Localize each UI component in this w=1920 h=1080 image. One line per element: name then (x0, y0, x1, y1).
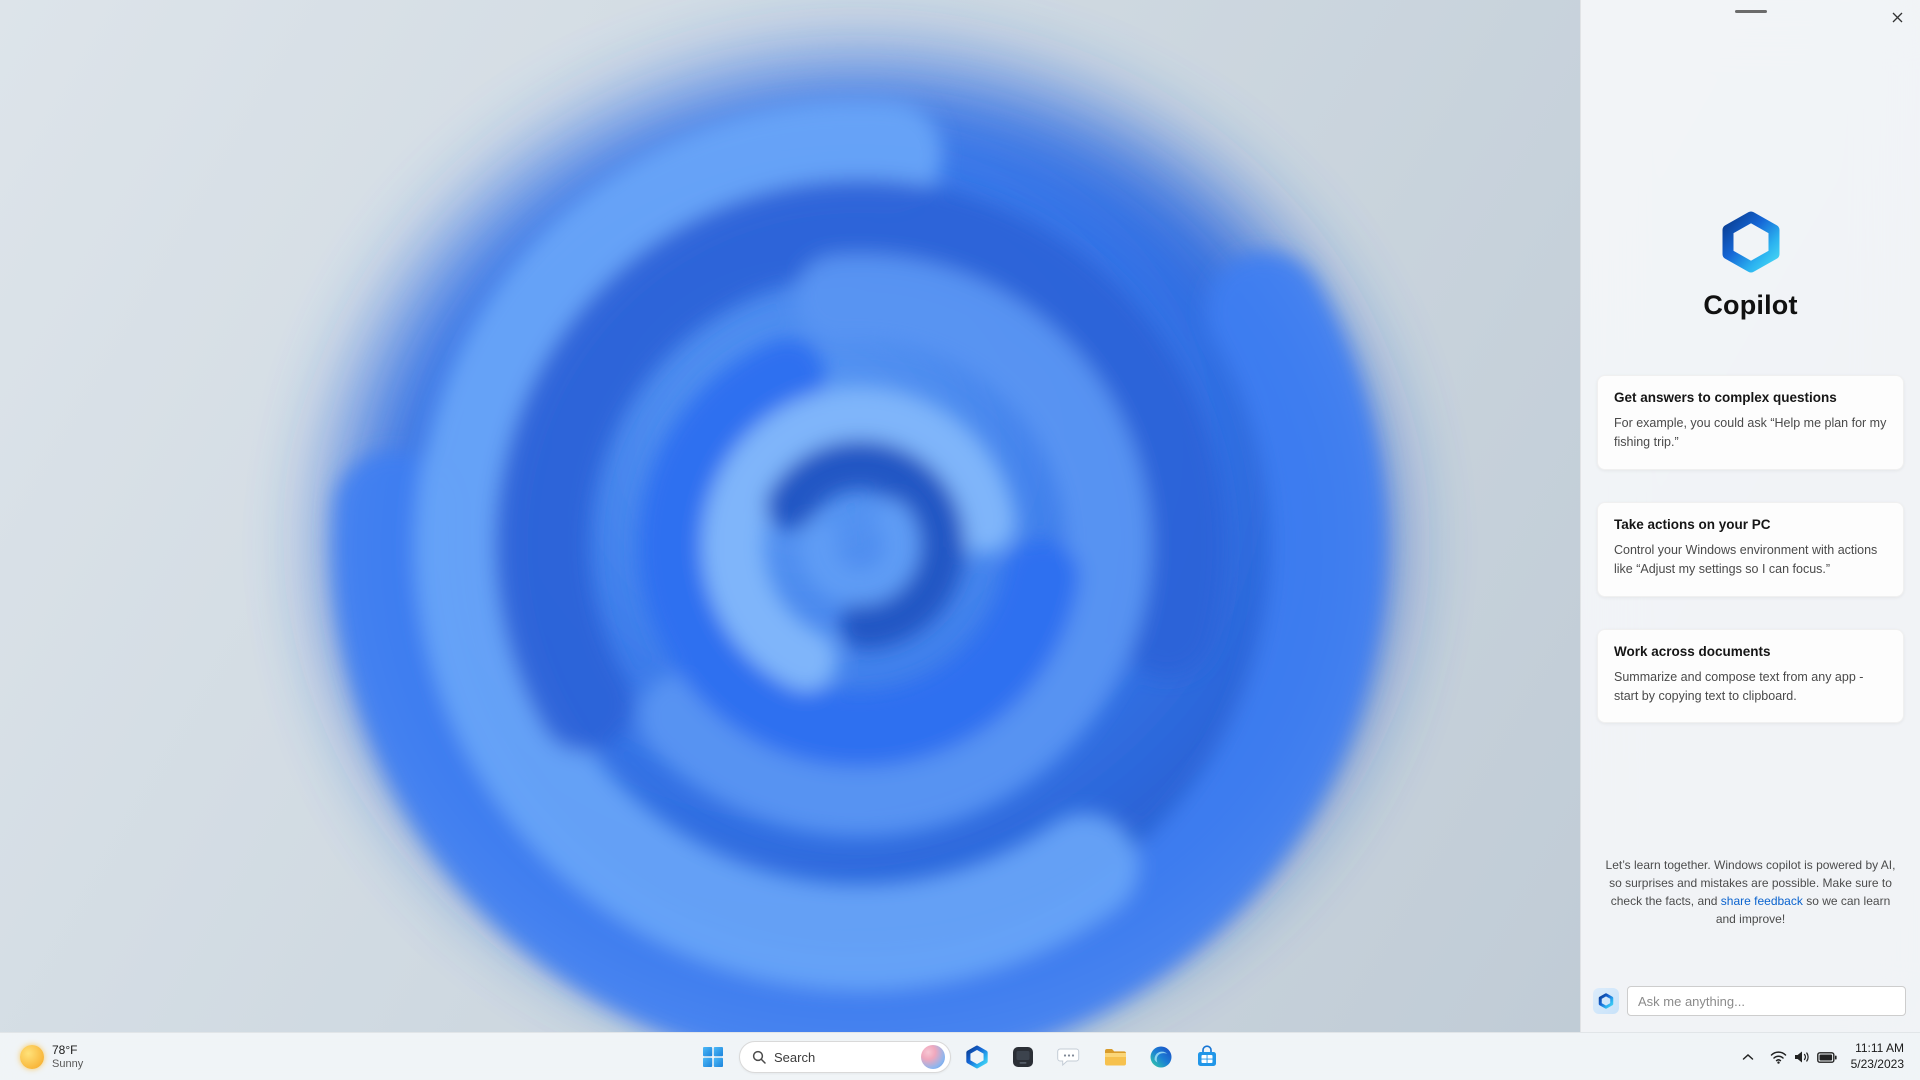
card-complex-questions: Get answers to complex questions For exa… (1597, 375, 1904, 470)
chat-icon (1057, 1048, 1080, 1067)
taskbar-chat-button[interactable] (1049, 1037, 1089, 1077)
tray-chevron-button[interactable] (1736, 1039, 1760, 1075)
close-icon[interactable] (1884, 4, 1910, 30)
search-label: Search (774, 1049, 816, 1065)
dark-app-icon (1013, 1047, 1033, 1067)
copilot-panel-title: Copilot (1703, 290, 1798, 320)
search-icon (752, 1050, 766, 1064)
search-highlight-thumbnail (921, 1045, 945, 1069)
start-button[interactable] (693, 1037, 733, 1077)
taskbar-dark-app-button[interactable] (1003, 1037, 1043, 1077)
card-body: Summarize and compose text from any app … (1614, 669, 1864, 703)
battery-icon (1816, 1051, 1837, 1063)
taskbar-copilot-button[interactable] (957, 1037, 997, 1077)
card-title: Get answers to complex questions (1614, 390, 1837, 405)
weather-text: 78°F Sunny (52, 1043, 83, 1071)
clock-date: 5/23/2023 (1850, 1057, 1904, 1071)
card-title: Take actions on your PC (1614, 516, 1771, 532)
search-box[interactable]: Search (739, 1041, 951, 1073)
tray-network-volume-battery[interactable] (1764, 1039, 1843, 1075)
card-title: Work across documents (1614, 643, 1771, 659)
windows-logo-icon (703, 1047, 723, 1067)
taskbar-edge-button[interactable] (1141, 1037, 1181, 1077)
copilot-input-row (1593, 986, 1906, 1016)
wifi-icon (1770, 1051, 1786, 1064)
card-take-actions: Take actions on your PC Control your Win… (1597, 501, 1904, 597)
volume-icon (1794, 1051, 1809, 1063)
card-body: Control your Windows environment with ac… (1614, 542, 1878, 577)
copilot-icon (966, 1045, 988, 1069)
weather-condition: Sunny (52, 1057, 84, 1070)
edge-icon (1150, 1046, 1172, 1068)
copilot-panel: Copilot Get answers to complex questions… (1580, 0, 1920, 1032)
microsoft-store-icon (1198, 1045, 1216, 1066)
system-tray: 11:11 AM 5/23/2023 (1736, 1033, 1920, 1080)
copilot-titlebar (1581, 0, 1920, 28)
taskbar-file-explorer-button[interactable] (1095, 1037, 1135, 1077)
ai-disclaimer: Let’s learn together. Windows copilot is… (1581, 856, 1920, 928)
taskbar-center: Search (693, 1033, 1227, 1080)
screen: Copilot Get answers to complex questions… (0, 0, 1920, 1080)
copilot-mini-icon (1593, 988, 1619, 1014)
ask-me-anything-input[interactable] (1638, 993, 1895, 1009)
share-feedback-link[interactable]: share feedback (1721, 894, 1803, 908)
weather-temp: 78°F (52, 1043, 78, 1058)
ask-input-wrap (1627, 986, 1906, 1016)
clock-time: 11:11 AM (1855, 1041, 1904, 1056)
weather-widget[interactable]: 78°F Sunny (10, 1033, 93, 1080)
copilot-logo-icon (1722, 211, 1779, 273)
file-explorer-icon (1104, 1048, 1126, 1065)
chevron-up-icon (1742, 1053, 1753, 1060)
copilot-cards: Get answers to complex questions For exa… (1581, 375, 1920, 724)
desktop: Copilot Get answers to complex questions… (0, 0, 1920, 1032)
sun-icon (20, 1045, 44, 1069)
card-body: For example, you could ask “Help me plan… (1614, 416, 1887, 450)
minimize-icon[interactable] (1734, 10, 1767, 13)
taskbar-clock[interactable]: 11:11 AM 5/23/2023 (1847, 1041, 1908, 1072)
taskbar-store-button[interactable] (1187, 1037, 1227, 1077)
card-work-across-documents: Work across documents Summarize and comp… (1597, 628, 1904, 724)
taskbar: 78°F Sunny Search 11:11 AM 5/23/2023 (0, 1032, 1920, 1080)
